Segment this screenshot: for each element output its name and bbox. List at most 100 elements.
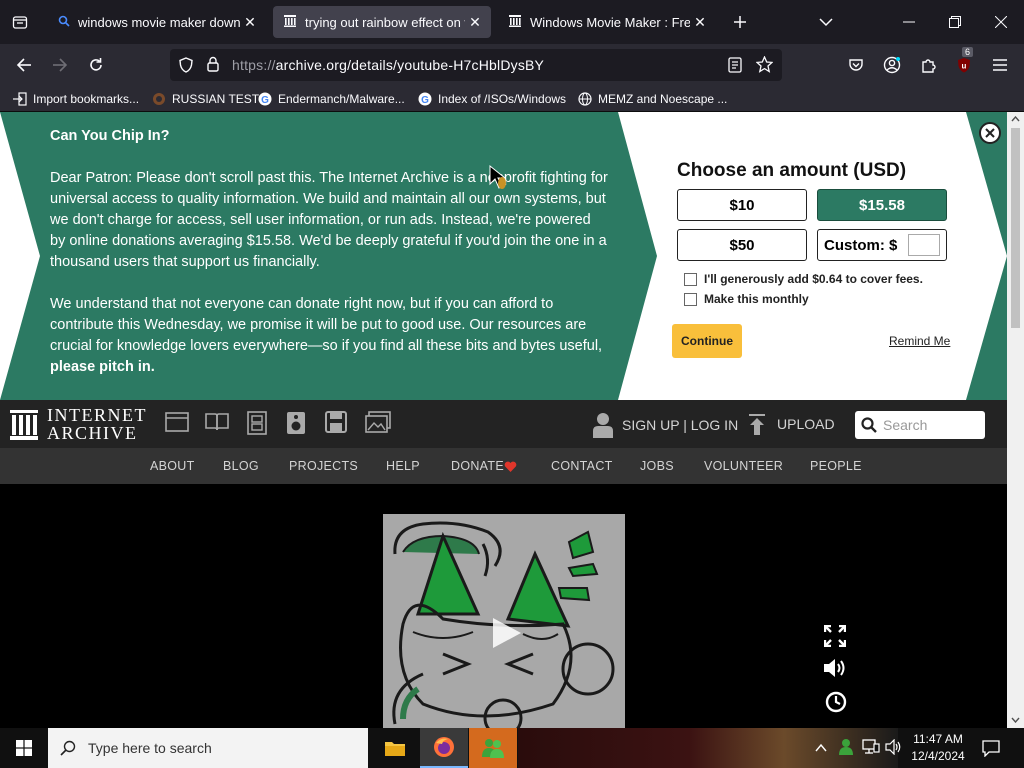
firefox-icon[interactable] xyxy=(420,728,468,768)
monthly-checkbox[interactable] xyxy=(684,293,697,306)
bookmark-label: RUSSIAN TEST xyxy=(172,92,260,106)
reader-view-icon[interactable] xyxy=(728,57,742,78)
bookmark-russian-test[interactable]: RUSSIAN TEST xyxy=(151,90,259,108)
window-close-icon[interactable] xyxy=(978,0,1024,44)
nav-people[interactable]: PEOPLE xyxy=(810,459,862,473)
custom-amount-field[interactable]: Custom: $ xyxy=(817,229,947,261)
messenger-people-icon[interactable] xyxy=(469,728,517,768)
play-icon[interactable] xyxy=(491,618,521,653)
bookmark-import[interactable]: Import bookmarks... xyxy=(12,90,139,108)
clock-time: 11:47 AM xyxy=(913,732,963,746)
video-thumbnail[interactable] xyxy=(383,514,625,728)
forward-arrow-icon[interactable] xyxy=(44,49,76,81)
close-icon[interactable]: ✕ xyxy=(465,14,485,31)
url-bar[interactable]: https://archive.org/details/youtube-H7cH… xyxy=(170,49,782,81)
bookmark-index-of-isos[interactable]: G Index of /ISOs/Windows xyxy=(417,90,566,108)
restore-icon[interactable] xyxy=(932,0,978,44)
bookmark-endermanch-malware[interactable]: G Endermanch/Malware... xyxy=(257,90,405,108)
taskbar-search-box[interactable]: Type here to search xyxy=(48,728,368,768)
close-icon[interactable]: ✕ xyxy=(690,14,710,31)
close-banner-icon[interactable] xyxy=(979,122,1001,144)
fullscreen-icon[interactable] xyxy=(823,624,847,652)
search-placeholder: Search xyxy=(883,417,928,433)
tab-windows-movie-maker-free[interactable]: Windows Movie Maker : Free Download ✕ xyxy=(498,6,716,38)
ia-search-input[interactable]: Search xyxy=(855,411,985,439)
show-hidden-icons-chevron-icon[interactable] xyxy=(815,740,827,758)
logo-line-1: INTERNET xyxy=(47,405,147,425)
people-tray-icon[interactable] xyxy=(837,738,855,761)
bookmark-memz-noescape[interactable]: MEMZ and Noescape ... xyxy=(577,90,727,108)
nav-help[interactable]: HELP xyxy=(386,459,420,473)
remind-me-link[interactable]: Remind Me xyxy=(889,334,950,348)
windows-taskbar: Type here to search 11:47 AM 12/4/2024 xyxy=(0,728,1024,768)
cover-fees-checkbox[interactable] xyxy=(684,273,697,286)
video-film-icon[interactable] xyxy=(245,411,269,435)
scroll-down-arrow-icon[interactable] xyxy=(1011,717,1020,723)
archive-logo-text[interactable]: INTERNET ARCHIVE xyxy=(47,406,147,442)
reload-icon[interactable] xyxy=(80,49,112,81)
close-icon[interactable]: ✕ xyxy=(240,14,260,31)
audio-speaker-icon[interactable] xyxy=(285,411,309,435)
nav-about[interactable]: ABOUT xyxy=(150,459,195,473)
nav-projects[interactable]: PROJECTS xyxy=(289,459,358,473)
start-windows-icon[interactable] xyxy=(0,728,48,768)
minimize-icon[interactable] xyxy=(886,0,932,44)
svg-text:u: u xyxy=(962,62,967,71)
ublock-icon[interactable]: u 6 xyxy=(948,47,980,81)
amount-15-58-button[interactable]: $15.58 xyxy=(817,189,947,221)
pocket-icon[interactable] xyxy=(840,49,872,81)
nav-contact[interactable]: CONTACT xyxy=(551,459,613,473)
user-icon[interactable] xyxy=(593,412,613,443)
choose-amount-title: Choose an amount (USD) xyxy=(677,160,907,181)
tab-title: trying out rainbow effect on windows xyxy=(305,14,465,30)
nav-blog[interactable]: BLOG xyxy=(223,459,259,473)
web-icon[interactable] xyxy=(165,411,189,435)
texts-book-icon[interactable] xyxy=(205,411,229,435)
clock-icon[interactable] xyxy=(825,691,847,718)
tab-bar: windows movie maker download ✕ trying ou… xyxy=(0,0,1024,44)
archive-icon xyxy=(508,14,522,31)
custom-amount-input[interactable] xyxy=(908,234,940,256)
scrollbar-thumb[interactable] xyxy=(1011,128,1020,328)
notifications-icon[interactable] xyxy=(982,739,1000,762)
tab-overview-icon[interactable] xyxy=(0,0,40,44)
volume-icon[interactable] xyxy=(823,657,849,684)
page-scrollbar[interactable] xyxy=(1007,112,1024,728)
nav-donate[interactable]: DONATE xyxy=(451,459,504,473)
scroll-up-arrow-icon[interactable] xyxy=(1011,116,1020,122)
bookmark-star-icon[interactable] xyxy=(755,55,774,78)
extensions-puzzle-icon[interactable] xyxy=(912,49,944,81)
svg-text:G: G xyxy=(261,95,269,106)
images-icon[interactable] xyxy=(365,411,391,435)
search-icon xyxy=(60,740,76,761)
nav-volunteer[interactable]: VOLUNTEER xyxy=(704,459,783,473)
continue-button[interactable]: Continue xyxy=(672,324,742,358)
bookmark-label: MEMZ and Noescape ... xyxy=(598,92,728,106)
file-explorer-folder-icon[interactable] xyxy=(371,728,419,768)
amount-50-button[interactable]: $50 xyxy=(677,229,807,261)
network-icon[interactable] xyxy=(862,739,880,760)
lock-icon[interactable] xyxy=(206,56,220,77)
upload-icon[interactable] xyxy=(748,414,766,441)
archive-logo-icon[interactable] xyxy=(10,410,38,445)
amount-10-button[interactable]: $10 xyxy=(677,189,807,221)
software-disk-icon[interactable] xyxy=(325,411,349,435)
upload-link[interactable]: UPLOAD xyxy=(777,416,835,432)
list-all-tabs-chevron-icon[interactable] xyxy=(806,0,846,44)
taskbar-clock[interactable]: 11:47 AM 12/4/2024 xyxy=(903,731,973,765)
signup-login-link[interactable]: SIGN UP | LOG IN xyxy=(622,417,738,433)
tab-windows-movie-maker-download[interactable]: windows movie maker download ✕ xyxy=(48,6,266,38)
volume-tray-icon[interactable] xyxy=(885,738,903,760)
donation-message: Can You Chip In? Dear Patron: Please don… xyxy=(50,126,610,378)
new-tab-plus-icon[interactable] xyxy=(722,0,758,44)
account-icon[interactable] xyxy=(876,49,908,81)
tab-trying-out-rainbow-effect[interactable]: trying out rainbow effect on windows ✕ xyxy=(273,6,491,38)
url-protocol: https:// xyxy=(232,57,276,73)
nav-jobs[interactable]: JOBS xyxy=(640,459,674,473)
tracking-protection-shield-icon[interactable] xyxy=(178,57,194,78)
ia-nav-bar: ABOUT BLOG PROJECTS HELP DONATE CONTACT … xyxy=(0,448,1007,484)
monthly-label: Make this monthly xyxy=(704,292,809,306)
back-arrow-icon[interactable] xyxy=(8,49,40,81)
search-icon xyxy=(861,417,877,438)
hamburger-menu-icon[interactable] xyxy=(984,49,1016,81)
